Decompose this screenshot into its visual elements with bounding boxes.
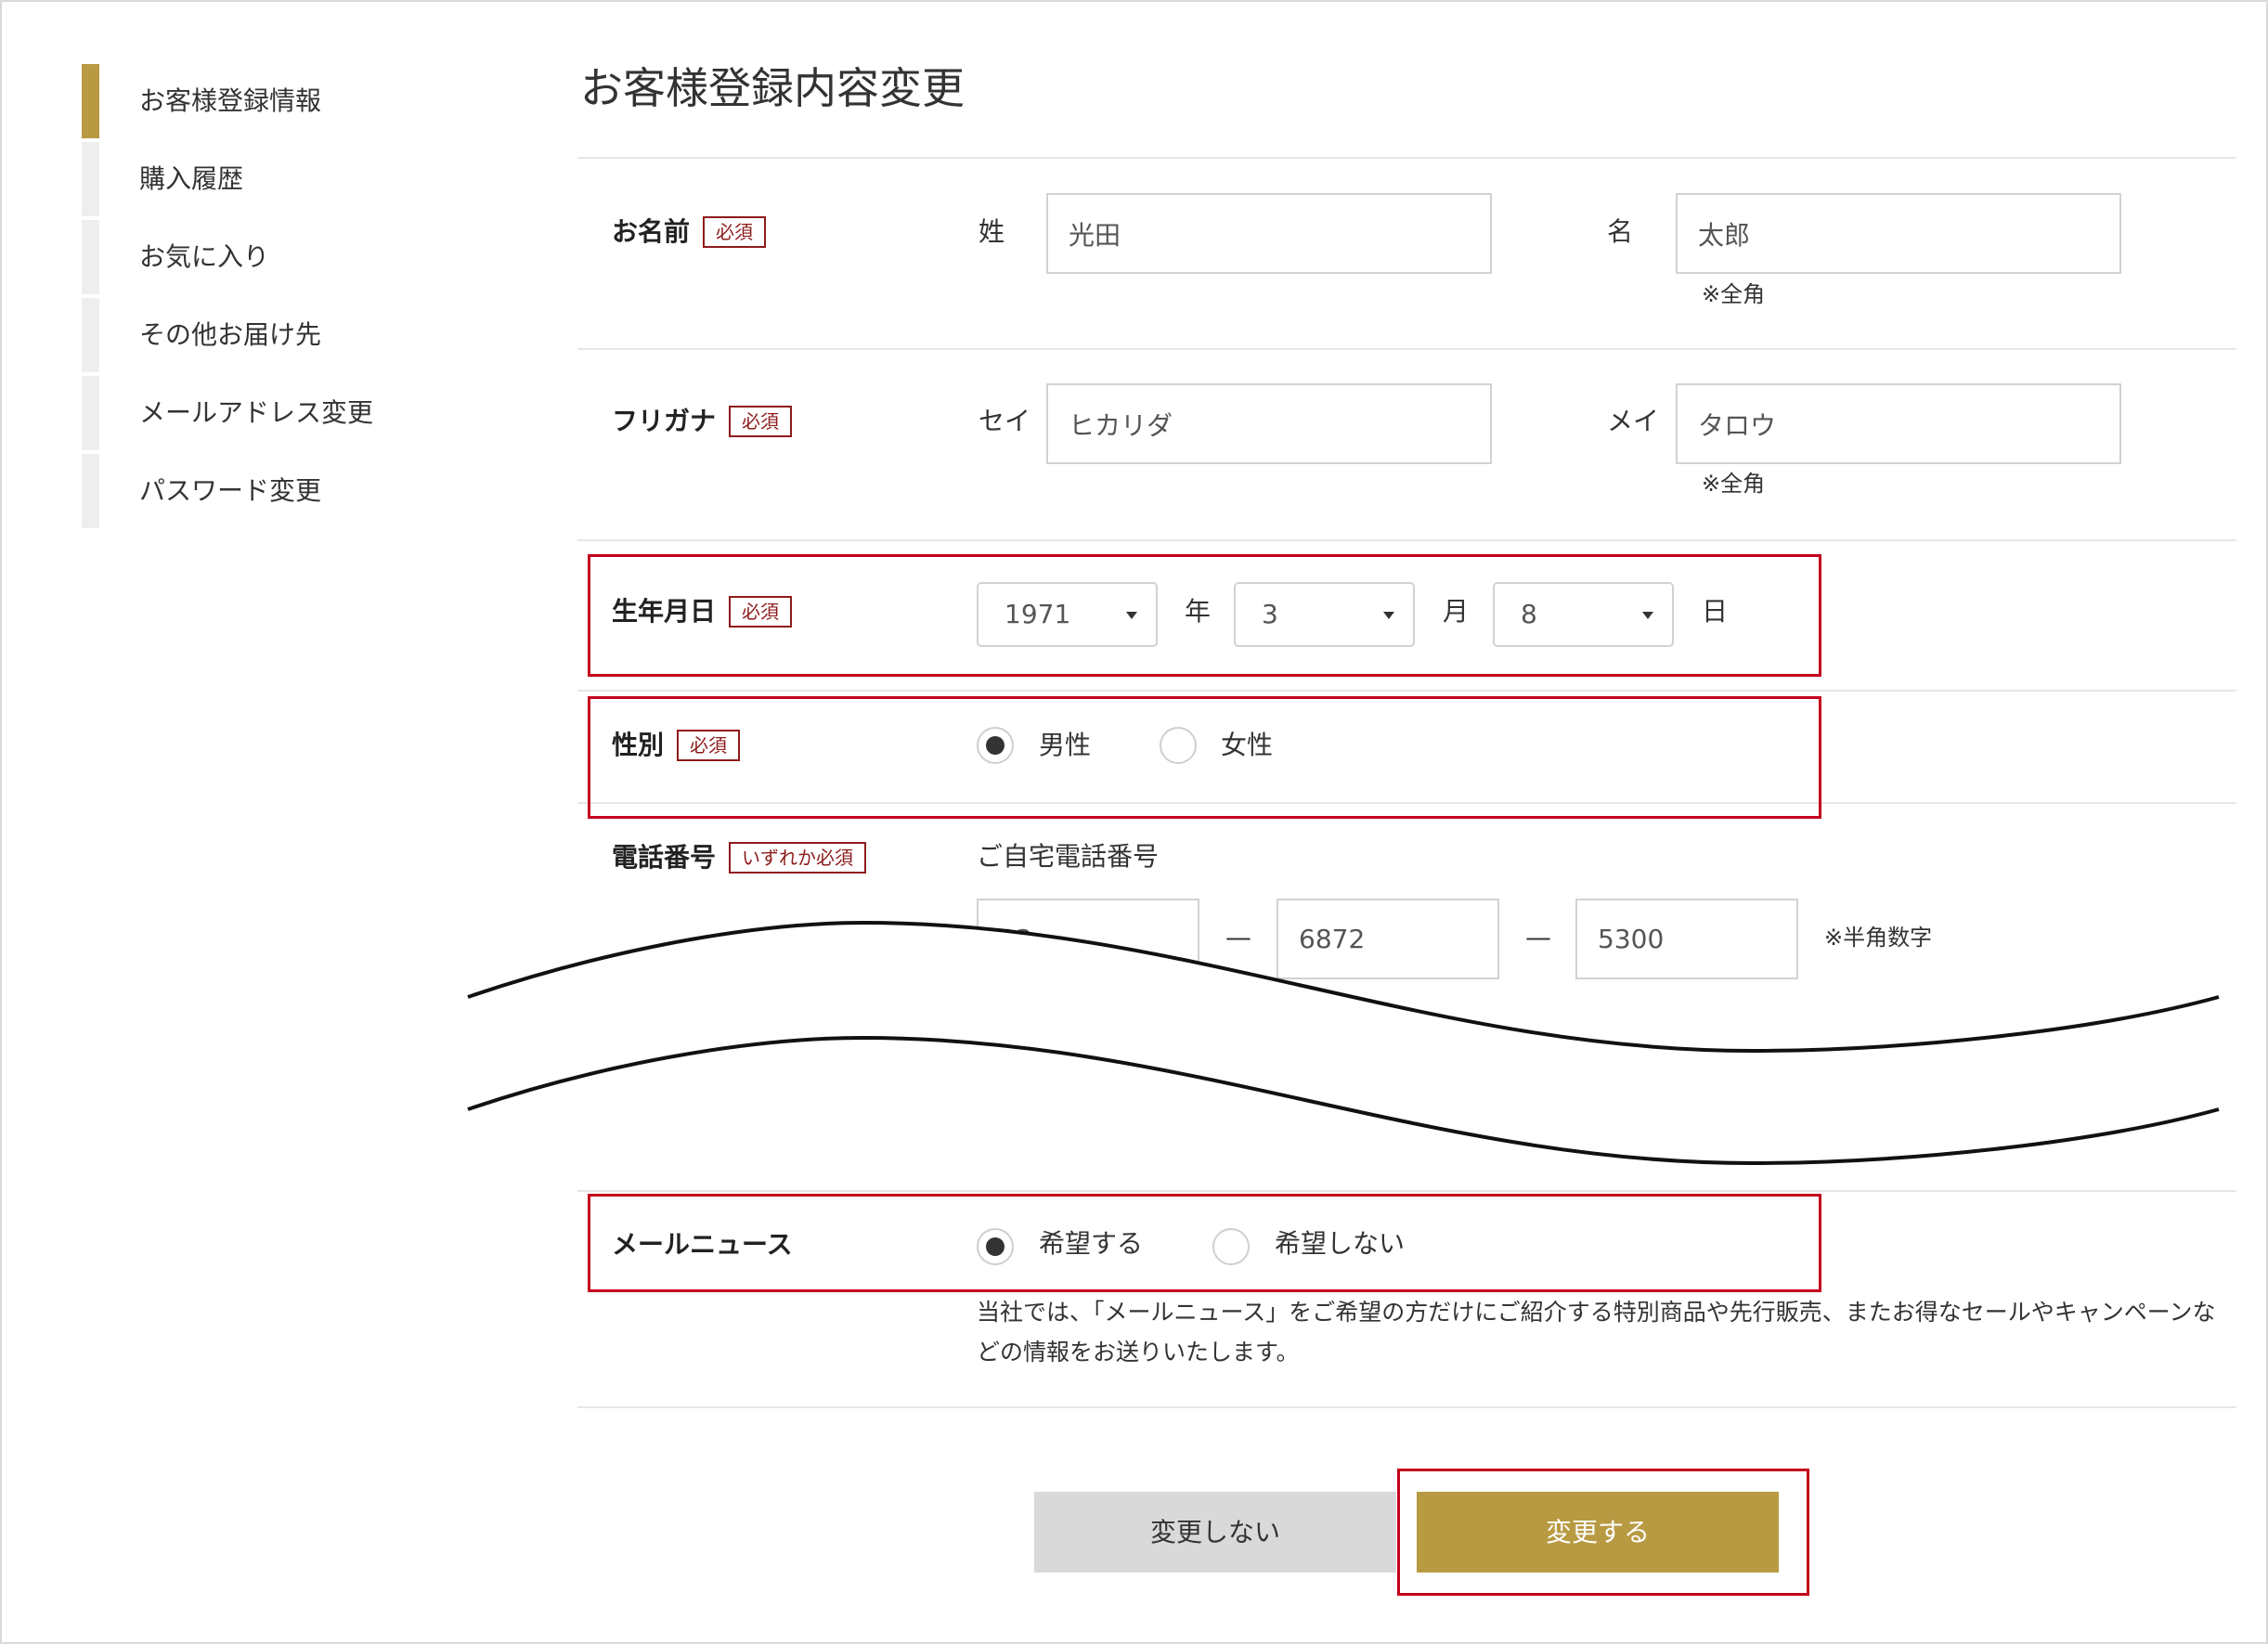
either-required-badge: いずれか必須: [729, 842, 867, 874]
page-title: お客様登録内容変更: [580, 63, 965, 113]
kana-label-group: フリガナ 必須: [612, 403, 793, 440]
phone-part3-input[interactable]: [1575, 899, 1798, 979]
first-kana-label: メイ: [1607, 406, 1660, 436]
sidebar-item-customer-info[interactable]: お客様登録情報: [82, 64, 509, 138]
required-badge: 必須: [703, 216, 767, 248]
divider: [577, 1406, 2236, 1408]
sidebar-item-indicator: [82, 142, 99, 216]
sidebar-item-label: メールアドレス変更: [139, 397, 374, 428]
birth-year-select[interactable]: 1971: [977, 582, 1158, 647]
year-unit: 年: [1185, 596, 1212, 627]
kana-label: フリガナ: [612, 406, 717, 436]
sidebar-item-other-addresses[interactable]: その他お届け先: [82, 298, 509, 372]
sidebar-item-label: パスワード変更: [139, 475, 322, 506]
day-unit: 日: [1702, 596, 1729, 627]
required-badge: 必須: [729, 406, 793, 437]
gender-male-radio[interactable]: [977, 727, 1014, 764]
sidebar-item-label: お気に入り: [139, 241, 270, 272]
gender-female-label[interactable]: 女性: [1221, 727, 1273, 764]
phone-label-group: 電話番号 いずれか必須: [612, 839, 867, 876]
mail-news-no-radio[interactable]: [1212, 1228, 1250, 1265]
birth-day-value: 8: [1521, 599, 1537, 629]
name-note: ※全角: [1702, 281, 1766, 307]
birth-month-select[interactable]: 3: [1234, 582, 1415, 647]
sidebar-item-label: 購入履歴: [139, 163, 244, 194]
phone-note: ※半角数字: [1824, 925, 1933, 951]
birth-month-value: 3: [1262, 599, 1278, 629]
mail-news-yes-radio[interactable]: [977, 1228, 1014, 1265]
cancel-button[interactable]: 変更しない: [1034, 1492, 1396, 1573]
gender-female-radio[interactable]: [1160, 727, 1197, 764]
divider: [577, 157, 2236, 159]
page-frame: お客様登録情報 購入履歴 お気に入り その他お届け先 メールアドレス変更 パスワ…: [0, 0, 2268, 1644]
sidebar-item-indicator: [82, 64, 99, 138]
home-phone-label: ご自宅電話番号: [977, 841, 1160, 872]
divider: [577, 539, 2236, 541]
sidebar-item-label: その他お届け先: [139, 319, 322, 350]
phone-part2-input[interactable]: [1277, 899, 1499, 979]
mail-news-yes-label[interactable]: 希望する: [1039, 1225, 1143, 1262]
highlight-box-gender: [588, 696, 1821, 819]
caret-down-icon: [1642, 612, 1653, 619]
phone-separator: —: [1525, 922, 1551, 952]
sidebar-item-password-change[interactable]: パスワード変更: [82, 454, 509, 528]
mail-news-label-group: メールニュース: [612, 1226, 793, 1263]
birthdate-label: 生年月日: [612, 596, 717, 627]
first-name-input[interactable]: [1676, 193, 2121, 274]
divider: [577, 348, 2236, 350]
divider: [577, 1190, 2236, 1192]
omission-wave-line-bottom: [467, 1035, 2220, 1166]
gender-label: 性別: [612, 730, 665, 760]
name-label: お名前: [612, 216, 691, 247]
first-name-label: 名: [1607, 216, 1634, 247]
sidebar-item-indicator: [82, 376, 99, 450]
required-badge: 必須: [729, 596, 793, 628]
last-kana-label: セイ: [978, 406, 1031, 436]
sidebar-item-indicator: [82, 298, 99, 372]
kana-note: ※全角: [1702, 471, 1766, 497]
first-kana-input[interactable]: [1676, 383, 2121, 464]
birth-year-value: 1971: [1004, 599, 1071, 629]
sidebar-item-label: お客様登録情報: [139, 85, 322, 116]
last-name-label: 姓: [978, 216, 1005, 247]
caret-down-icon: [1383, 612, 1394, 619]
birthdate-label-group: 生年月日 必須: [612, 593, 793, 630]
submit-button[interactable]: 変更する: [1417, 1492, 1779, 1573]
phone-part1-input[interactable]: [977, 899, 1199, 979]
mail-news-label: メールニュース: [612, 1229, 793, 1260]
required-badge: 必須: [677, 730, 741, 761]
mail-news-no-label[interactable]: 希望しない: [1275, 1225, 1405, 1262]
last-name-input[interactable]: [1046, 193, 1492, 274]
mail-news-description-line: 当社では、「メールニュース」をご希望の方だけにご紹介する特別商品や先行販売、また…: [977, 1299, 2216, 1326]
divider: [577, 802, 2236, 804]
month-unit: 月: [1443, 596, 1470, 627]
gender-label-group: 性別 必須: [612, 727, 741, 764]
phone-label: 電話番号: [612, 842, 717, 873]
phone-separator: —: [1225, 922, 1251, 952]
sidebar-item-favorites[interactable]: お気に入り: [82, 220, 509, 294]
sidebar-item-indicator: [82, 454, 99, 528]
caret-down-icon: [1126, 612, 1137, 619]
sidebar-item-email-change[interactable]: メールアドレス変更: [82, 376, 509, 450]
last-kana-input[interactable]: [1046, 383, 1492, 464]
sidebar-item-purchase-history[interactable]: 購入履歴: [82, 142, 509, 216]
divider: [577, 690, 2236, 692]
sidebar-item-indicator: [82, 220, 99, 294]
gender-male-label[interactable]: 男性: [1039, 727, 1091, 764]
name-label-group: お名前 必須: [612, 214, 767, 251]
mail-news-description-line: どの情報をお送りいたします。: [977, 1339, 1300, 1366]
birth-day-select[interactable]: 8: [1493, 582, 1674, 647]
